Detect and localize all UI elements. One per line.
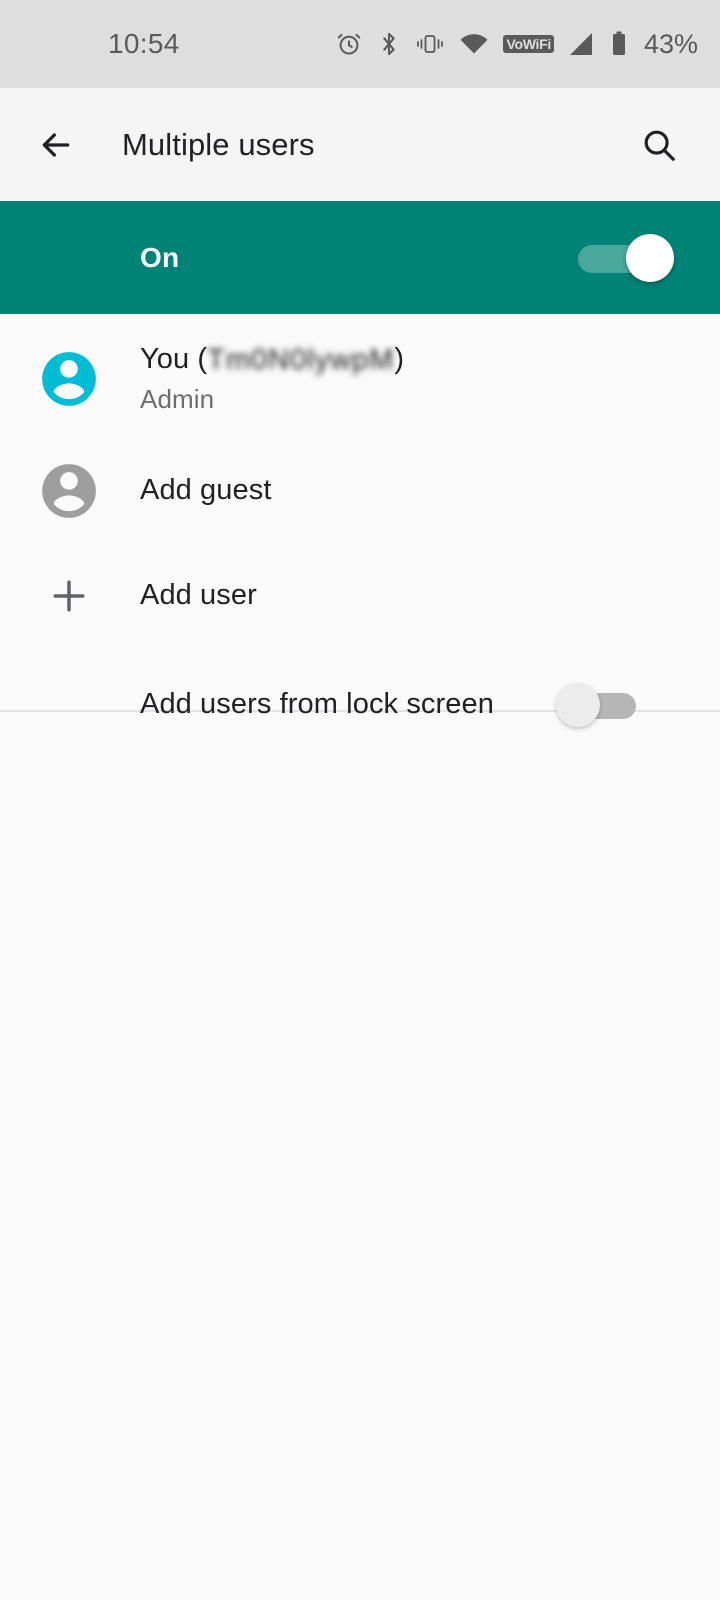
vibrate-icon <box>415 31 445 57</box>
add-user-label: Add user <box>140 578 257 611</box>
list-item-add-guest[interactable]: Add guest <box>0 438 720 543</box>
account-circle-icon <box>38 460 100 522</box>
search-button[interactable] <box>632 118 686 172</box>
current-user-texts: You (Tm0N0lywpM) Admin <box>140 343 404 414</box>
account-circle-icon <box>38 348 100 410</box>
list-item-add-users-from-lock-screen[interactable]: Add users from lock screen <box>0 648 720 761</box>
multiple-users-master-switch-banner[interactable]: On <box>0 201 720 314</box>
alarm-icon <box>335 30 363 58</box>
status-bar-icons: VoWiFi 43% <box>335 29 698 60</box>
plus-glyph <box>53 580 85 611</box>
account-circle-glyph <box>42 352 96 406</box>
wifi-icon <box>459 32 489 56</box>
battery-percent-label: 43% <box>643 28 698 59</box>
current-user-name-redacted: Tm0N0lywpM <box>207 344 395 377</box>
bluetooth-icon <box>377 30 401 58</box>
plus-icon <box>38 565 100 627</box>
current-user-name-prefix: You ( <box>140 343 208 376</box>
master-switch-thumb <box>626 233 674 282</box>
battery-icon <box>610 30 628 58</box>
page-title: Multiple users <box>122 126 315 162</box>
list-item-current-user[interactable]: You (Tm0N0lywpM) Admin <box>0 314 720 438</box>
add-guest-label: Add guest <box>140 473 272 506</box>
status-bar: 10:54 VoWiFi 43% <box>0 0 720 88</box>
current-user-name: You (Tm0N0lywpM) <box>140 343 404 376</box>
app-bar: Multiple users <box>0 88 720 201</box>
add-users-from-lock-screen-toggle[interactable] <box>556 682 636 727</box>
master-switch-toggle[interactable] <box>578 233 674 282</box>
current-user-name-suffix: ) <box>394 343 405 376</box>
list-item-add-user[interactable]: Add user <box>0 543 720 648</box>
lock-screen-switch-thumb <box>556 682 600 727</box>
cellular-signal-icon <box>568 31 596 57</box>
master-switch-label: On <box>140 241 180 273</box>
users-list: You (Tm0N0lywpM) Admin Add guest Add use… <box>0 314 720 761</box>
add-guest-texts: Add guest <box>140 474 272 507</box>
current-user-role: Admin <box>140 383 215 414</box>
back-arrow-icon <box>42 132 70 157</box>
add-user-texts: Add user <box>140 579 257 612</box>
account-circle-glyph <box>42 463 96 518</box>
back-button[interactable] <box>28 117 84 173</box>
add-users-from-lock-screen-label: Add users from lock screen <box>140 688 494 720</box>
multiple-users-settings-screen: 10:54 VoWiFi 43% Multiple users On You (… <box>0 0 720 1600</box>
vowifi-badge: VoWiFi <box>503 35 554 53</box>
search-icon <box>644 130 675 161</box>
status-bar-clock: 10:54 <box>108 28 180 59</box>
